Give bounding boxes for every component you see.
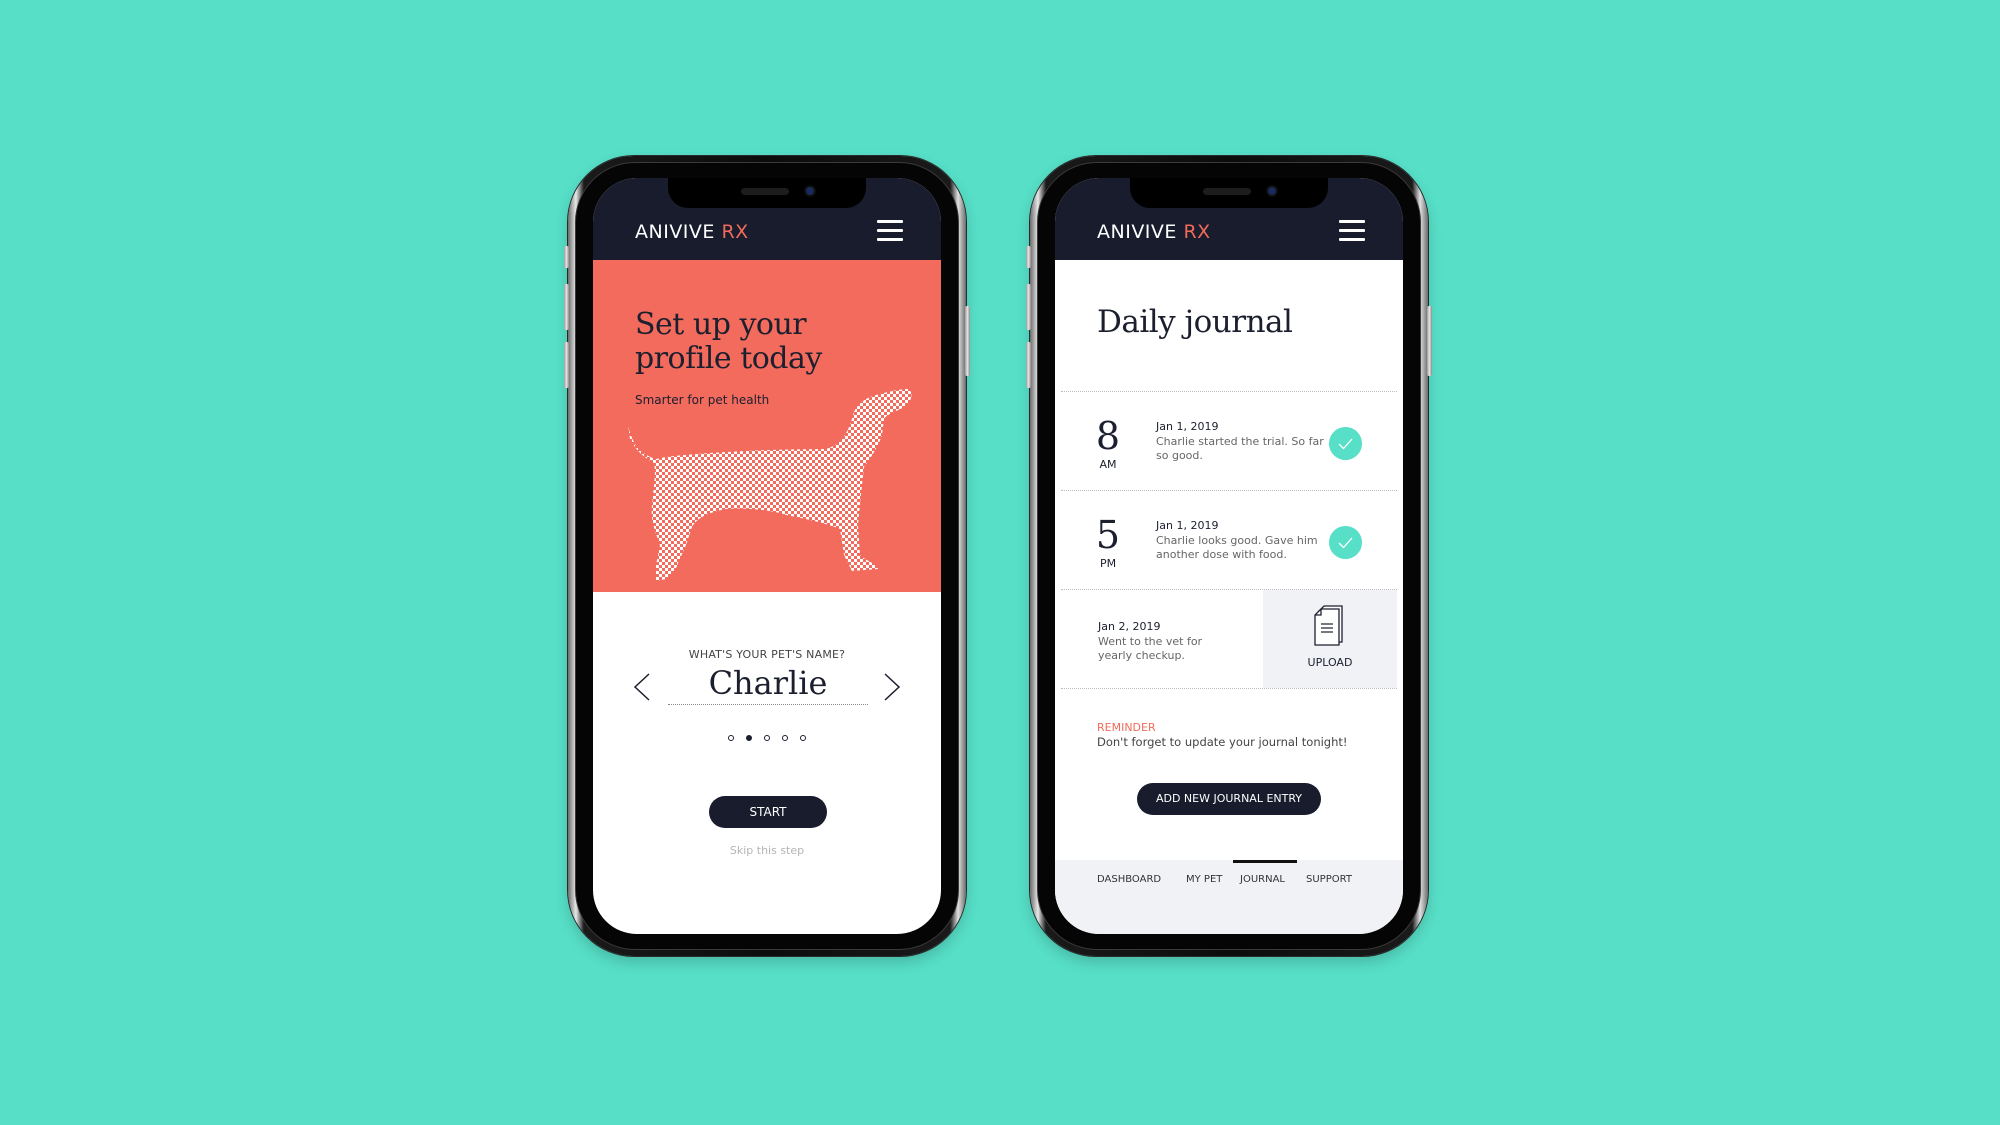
power-button: [1427, 306, 1432, 376]
entry-period: AM: [1099, 458, 1117, 471]
entry-date: Jan 2, 2019: [1098, 620, 1161, 633]
page-title: Daily journal: [1097, 304, 1293, 340]
notch: [668, 178, 866, 208]
document-icon: [1314, 605, 1343, 646]
pet-name-input[interactable]: Charlie: [668, 664, 868, 705]
camera: [1268, 187, 1276, 195]
brand-logo[interactable]: ANIVIVE RX: [635, 221, 749, 243]
entry-hour: 8: [1095, 414, 1121, 458]
pet-name-label: WHAT'S YOUR PET'S NAME?: [688, 648, 846, 661]
add-journal-entry-button[interactable]: ADD NEW JOURNAL ENTRY: [1137, 783, 1321, 815]
camera: [806, 187, 814, 195]
phone-profile-setup: ANIVIVE RX Set up your profile today Sma…: [564, 156, 970, 956]
brand-logo[interactable]: ANIVIVE RX: [1097, 221, 1211, 243]
notch: [1130, 178, 1328, 208]
menu-icon[interactable]: [1339, 220, 1365, 242]
screen: ANIVIVE RX Set up your profile today Sma…: [593, 178, 941, 934]
phone-daily-journal: ANIVIVE RX Daily journal 8 AM Jan 1, 201…: [1026, 156, 1432, 956]
volume-up-button: [564, 284, 569, 330]
volume-down-button: [1026, 342, 1031, 388]
check-icon[interactable]: [1329, 526, 1362, 559]
tab-support[interactable]: SUPPORT: [1306, 874, 1352, 885]
pagination-dot[interactable]: [764, 735, 770, 741]
pagination-dot[interactable]: [782, 735, 788, 741]
speaker: [741, 188, 789, 195]
chevron-left-icon[interactable]: [631, 672, 653, 702]
logo-name: ANIVIVE: [1097, 221, 1177, 243]
skip-link[interactable]: Skip this step: [593, 844, 941, 857]
upload-label: UPLOAD: [1307, 656, 1353, 669]
bottom-tab-bar: DASHBOARD MY PET JOURNAL SUPPORT: [1055, 860, 1403, 934]
tab-journal[interactable]: JOURNAL: [1240, 874, 1285, 885]
reminder-label: REMINDER: [1097, 721, 1156, 734]
hero-section: Set up your profile today Smarter for pe…: [593, 260, 941, 592]
entry-text: Went to the vet for yearly checkup.: [1098, 635, 1203, 662]
volume-down-button: [564, 342, 569, 388]
silent-switch: [1026, 246, 1031, 268]
screen: ANIVIVE RX Daily journal 8 AM Jan 1, 201…: [1055, 178, 1403, 934]
pagination-dots: [593, 735, 941, 741]
entry-hour: 5: [1095, 513, 1121, 557]
active-tab-indicator: [1233, 860, 1297, 863]
logo-suffix: RX: [721, 221, 749, 243]
reminder-text: Don't forget to update your journal toni…: [1097, 735, 1348, 749]
entry-date: Jan 1, 2019: [1156, 519, 1219, 532]
speaker: [1203, 188, 1251, 195]
journal-entry-upload[interactable]: Jan 2, 2019 Went to the vet for yearly c…: [1055, 590, 1403, 688]
tab-my-pet[interactable]: MY PET: [1186, 874, 1222, 885]
entry-text: Charlie looks good. Gave him another dos…: [1156, 534, 1318, 561]
power-button: [965, 306, 970, 376]
silent-switch: [564, 246, 569, 268]
divider: [1061, 688, 1397, 689]
dachshund-dog-icon: [628, 389, 912, 581]
logo-name: ANIVIVE: [635, 221, 715, 243]
logo-suffix: RX: [1183, 221, 1211, 243]
chevron-right-icon[interactable]: [881, 672, 903, 702]
journal-entry[interactable]: 8 AM Jan 1, 2019 Charlie started the tri…: [1055, 392, 1403, 490]
entry-text: Charlie started the trial. So far so goo…: [1156, 435, 1324, 462]
entry-date: Jan 1, 2019: [1156, 420, 1219, 433]
tab-dashboard[interactable]: DASHBOARD: [1097, 874, 1161, 885]
volume-up-button: [1026, 284, 1031, 330]
hero-title: Set up your profile today: [635, 307, 822, 376]
journal-entry[interactable]: 5 PM Jan 1, 2019 Charlie looks good. Gav…: [1055, 491, 1403, 589]
pagination-dot-active[interactable]: [746, 735, 752, 741]
pagination-dot[interactable]: [800, 735, 806, 741]
check-icon[interactable]: [1329, 427, 1362, 460]
entry-period: PM: [1099, 557, 1117, 570]
upload-button[interactable]: UPLOAD: [1263, 590, 1397, 688]
start-button[interactable]: START: [709, 796, 827, 828]
pagination-dot[interactable]: [728, 735, 734, 741]
menu-icon[interactable]: [877, 220, 903, 242]
